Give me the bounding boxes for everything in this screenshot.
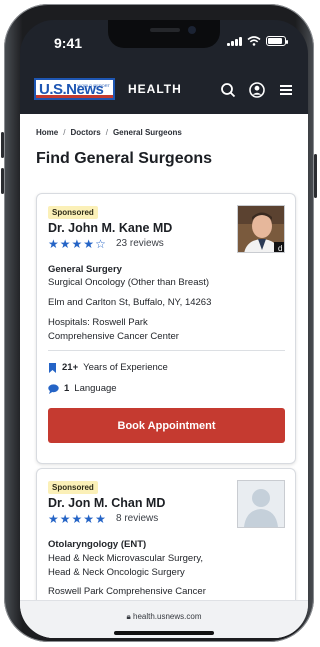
subspecialty: Surgical Oncology (Other than Breast) (48, 277, 210, 288)
hospitals-line-2: Comprehensive Cancer Center (48, 331, 179, 342)
section-title[interactable]: HEALTH (128, 82, 182, 96)
volume-up-button (1, 132, 4, 158)
status-icons (227, 36, 288, 46)
star-filled-icon: ★ (59, 237, 71, 251)
rating-stars: ★ ★ ★ ★ ☆ (48, 238, 106, 250)
browser-url-bar[interactable]: 🔒︎ health.usnews.com (20, 600, 308, 638)
usnews-logo[interactable]: U.S.News WORLD REPORT (34, 78, 115, 100)
experience-row: 21+ Years of Experience (48, 362, 168, 373)
search-icon[interactable] (220, 82, 236, 98)
rating-stars: ★ ★ ★ ★ ★ (48, 513, 106, 525)
doctor-card[interactable]: Sponsored Dr. John M. Kane MD ★ ★ ★ ★ ☆ … (36, 193, 296, 464)
svg-text:d: d (278, 244, 282, 253)
star-filled-icon: ★ (83, 237, 95, 251)
battery-icon (266, 36, 288, 46)
hospital: Roswell Park Comprehensive Cancer (48, 586, 206, 597)
star-filled-icon: ★ (48, 237, 59, 251)
page-content: Home / Doctors / General Surgeons Find G… (20, 114, 308, 638)
star-filled-icon: ★ (83, 512, 95, 526)
subspecialty-line-2: Head & Neck Oncologic Surgery (48, 567, 185, 578)
star-empty-icon: ☆ (95, 237, 106, 251)
bookmark-icon (49, 362, 56, 373)
doctor-name[interactable]: Dr. John M. Kane MD (48, 221, 172, 235)
front-camera (188, 26, 196, 34)
subspecialty-line-1: Head & Neck Microvascular Surgery, (48, 553, 204, 564)
star-filled-icon: ★ (48, 512, 59, 526)
breadcrumb-general-surgeons[interactable]: General Surgeons (113, 128, 182, 137)
address: Elm and Carlton St, Buffalo, NY, 14263 (48, 297, 212, 308)
menu-icon[interactable] (278, 82, 294, 98)
star-filled-icon: ★ (71, 512, 83, 526)
doctor-portrait: d (238, 206, 284, 253)
lock-icon: 🔒︎ (126, 612, 131, 621)
sponsored-badge: Sponsored (48, 206, 98, 219)
wifi-icon (247, 36, 261, 46)
url-display[interactable]: 🔒︎ health.usnews.com (20, 612, 308, 622)
language-row: 1 Language (48, 383, 117, 394)
account-icon[interactable] (249, 82, 265, 98)
breadcrumb-doctors[interactable]: Doctors (70, 128, 100, 137)
url-text: health.usnews.com (133, 612, 202, 621)
avatar-placeholder-icon (238, 481, 284, 527)
logo-subtext: WORLD REPORT (77, 83, 110, 88)
breadcrumb-separator: / (63, 128, 66, 137)
experience-label: Years of Experience (83, 362, 168, 373)
breadcrumb: Home / Doctors / General Surgeons (36, 128, 182, 137)
status-time: 9:41 (54, 35, 83, 51)
hospitals-line-1: Hospitals: Roswell Park (48, 317, 148, 328)
sponsored-badge: Sponsored (48, 481, 98, 494)
specialty: General Surgery (48, 264, 122, 275)
divider (48, 350, 285, 351)
review-count[interactable]: 23 reviews (116, 238, 164, 249)
signal-icon (227, 36, 242, 46)
phone-frame: 9:41 U.S.News WORLD REPORT HEALTH Home /… (1, 4, 317, 642)
home-indicator[interactable] (114, 631, 214, 635)
logo-bar (36, 95, 113, 98)
star-filled-icon: ★ (59, 512, 71, 526)
doctor-name[interactable]: Dr. Jon M. Chan MD (48, 496, 165, 510)
volume-down-button (1, 168, 4, 194)
language-label: Language (74, 383, 117, 394)
breadcrumb-separator: / (105, 128, 108, 137)
specialty: Otolaryngology (ENT) (48, 539, 147, 550)
breadcrumb-home[interactable]: Home (36, 128, 58, 137)
star-filled-icon: ★ (95, 512, 106, 526)
site-header: U.S.News WORLD REPORT HEALTH (20, 64, 308, 114)
doctor-photo: d (237, 205, 285, 253)
book-appointment-button[interactable]: Book Appointment (48, 408, 285, 443)
speaker (150, 28, 180, 32)
speech-bubble-icon (48, 383, 59, 394)
page-title: Find General Surgeons (36, 150, 213, 167)
language-value: 1 (64, 383, 70, 394)
notch (108, 20, 220, 48)
experience-value: 21+ (62, 362, 79, 373)
power-button (314, 154, 317, 198)
doctor-photo-placeholder (237, 480, 285, 528)
review-count[interactable]: 8 reviews (116, 513, 158, 524)
star-filled-icon: ★ (71, 237, 83, 251)
screen: 9:41 U.S.News WORLD REPORT HEALTH Home /… (20, 20, 308, 638)
